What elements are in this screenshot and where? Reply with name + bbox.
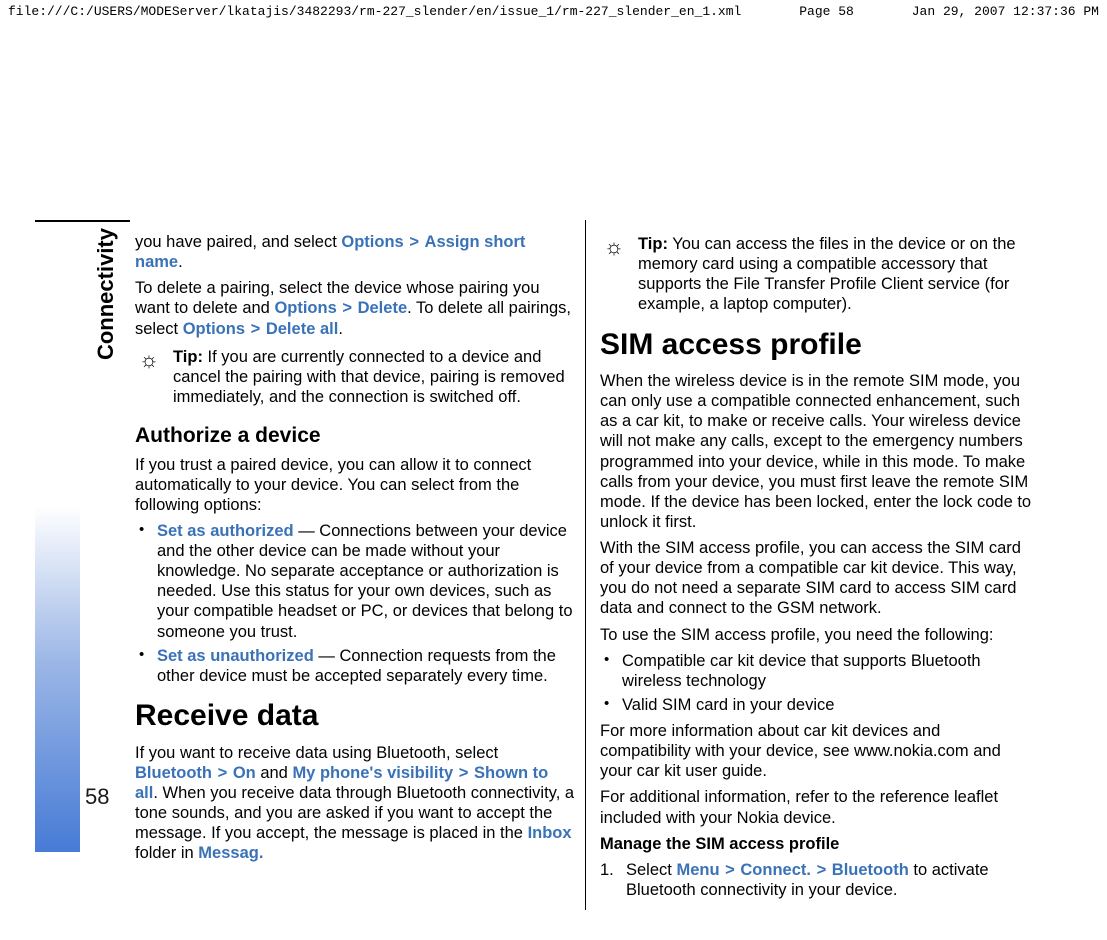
text: . When you receive data through Bluetoot… xyxy=(135,784,574,842)
keyword-bluetooth: Bluetooth xyxy=(135,764,212,782)
page-body: Connectivity 58 you have paired, and sel… xyxy=(35,220,1068,940)
list-item: 1. Select Menu > Connect. > Bluetooth to… xyxy=(600,860,1035,900)
page-number: 58 xyxy=(85,784,109,810)
keyword-set-as-authorized: Set as authorized xyxy=(157,522,294,540)
steps-list: 1. Select Menu > Connect. > Bluetooth to… xyxy=(600,860,1035,900)
tip-text: Tip: If you are currently connected to a… xyxy=(173,347,575,407)
keyword-delete-all: Delete all xyxy=(266,320,338,338)
keyword-inbox: Inbox xyxy=(528,824,572,842)
paragraph: When the wireless device is in the remot… xyxy=(600,371,1035,532)
authorize-options-list: Set as authorized — Connections between … xyxy=(135,521,575,686)
paragraph: For additional information, refer to the… xyxy=(600,787,1035,827)
sidebar: Connectivity 58 xyxy=(35,220,130,850)
heading-receive-data: Receive data xyxy=(135,698,575,735)
section-title: Connectivity xyxy=(93,228,119,360)
chevron-right-icon: > xyxy=(458,764,470,782)
keyword-messag: Messag. xyxy=(198,844,263,862)
text: Valid SIM card in your device xyxy=(622,696,834,714)
keyword-options: Options xyxy=(274,299,336,317)
keyword-bluetooth: Bluetooth xyxy=(832,861,909,879)
paragraph: To delete a pairing, select the device w… xyxy=(135,278,575,338)
paragraph: For more information about car kit devic… xyxy=(600,721,1035,781)
tip-icon: ☼ xyxy=(135,347,163,407)
keyword-options: Options xyxy=(341,233,403,251)
tip-label: Tip: xyxy=(638,235,668,253)
list-item: Set as unauthorized — Connection request… xyxy=(135,646,575,686)
heading-sim-access-profile: SIM access profile xyxy=(600,327,1035,364)
text: . xyxy=(178,253,183,271)
left-column: you have paired, and select Options > As… xyxy=(135,220,585,910)
list-item: Valid SIM card in your device xyxy=(600,695,1035,715)
keyword-options: Options xyxy=(183,320,245,338)
text: If you are currently connected to a devi… xyxy=(173,348,565,406)
paragraph: you have paired, and select Options > As… xyxy=(135,232,575,272)
print-header: file:///C:/USERS/MODEServer/lkatajis/348… xyxy=(0,0,1107,23)
text: If you want to receive data using Blueto… xyxy=(135,744,498,762)
content-columns: you have paired, and select Options > As… xyxy=(135,220,1050,910)
text: You can access the files in the device o… xyxy=(638,235,1016,313)
chevron-right-icon: > xyxy=(724,861,736,879)
keyword-menu: Menu xyxy=(676,861,719,879)
header-page: Page 58 xyxy=(799,4,854,19)
header-path: file:///C:/USERS/MODEServer/lkatajis/348… xyxy=(8,4,741,19)
keyword-connect: Connect. xyxy=(740,861,811,879)
tip-text: Tip: You can access the files in the dev… xyxy=(638,234,1035,315)
sidebar-gradient xyxy=(35,222,80,852)
list-item: Set as authorized — Connections between … xyxy=(135,521,575,642)
chevron-right-icon: > xyxy=(250,320,262,338)
chevron-right-icon: > xyxy=(816,861,828,879)
keyword-my-phones-visibility: My phone's visibility xyxy=(292,764,453,782)
heading-authorize-a-device: Authorize a device xyxy=(135,423,575,449)
keyword-delete: Delete xyxy=(358,299,408,317)
text: Select xyxy=(626,861,676,879)
tip-icon: ☼ xyxy=(600,234,628,315)
text: and xyxy=(256,764,293,782)
paragraph: To use the SIM access profile, you need … xyxy=(600,625,1035,645)
chevron-right-icon: > xyxy=(341,299,353,317)
paragraph: With the SIM access profile, you can acc… xyxy=(600,538,1035,619)
paragraph: If you trust a paired device, you can al… xyxy=(135,455,575,515)
header-date: Jan 29, 2007 12:37:36 PM xyxy=(912,4,1099,19)
tip-block: ☼ Tip: If you are currently connected to… xyxy=(135,347,575,407)
tip-label: Tip: xyxy=(173,348,203,366)
requirements-list: Compatible car kit device that supports … xyxy=(600,651,1035,715)
right-column: ☼ Tip: You can access the files in the d… xyxy=(585,220,1035,910)
keyword-set-as-unauthorized: Set as unauthorized xyxy=(157,647,314,665)
paragraph: If you want to receive data using Blueto… xyxy=(135,743,575,864)
subheading-manage-sim-access-profile: Manage the SIM access profile xyxy=(600,834,1035,854)
text: Compatible car kit device that supports … xyxy=(622,652,981,690)
list-item: Compatible car kit device that supports … xyxy=(600,651,1035,691)
text: folder in xyxy=(135,844,198,862)
chevron-right-icon: > xyxy=(217,764,229,782)
step-number: 1. xyxy=(600,860,614,880)
keyword-on: On xyxy=(233,764,256,782)
tip-block: ☼ Tip: You can access the files in the d… xyxy=(600,234,1035,315)
chevron-right-icon: > xyxy=(408,233,420,251)
text: you have paired, and select xyxy=(135,233,341,251)
text: . xyxy=(338,320,343,338)
